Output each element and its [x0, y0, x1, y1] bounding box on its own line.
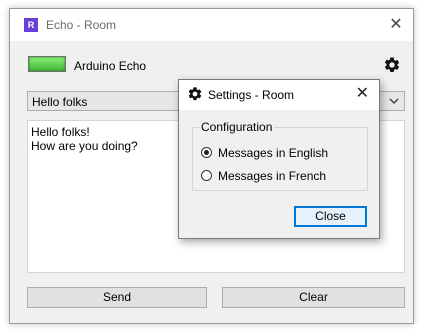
radio-button[interactable] — [201, 170, 212, 181]
dialog-title-bar: Settings - Room ✕ — [179, 80, 379, 110]
dialog-close-icon[interactable]: ✕ — [356, 85, 369, 103]
radio-button[interactable] — [201, 147, 212, 158]
app-icon: R — [24, 18, 38, 32]
message-select-value: Hello folks — [32, 95, 88, 109]
title-bar: R Echo - Room ✕ — [10, 9, 413, 41]
close-button[interactable]: Close — [294, 206, 367, 227]
gear-icon[interactable] — [383, 56, 401, 74]
window-close-button[interactable]: ✕ — [379, 9, 413, 41]
window-title: Echo - Room — [46, 18, 117, 32]
radio-selected-dot — [204, 150, 209, 155]
dialog-title: Settings - Room — [208, 88, 295, 102]
radio-label[interactable]: Messages in French — [218, 169, 326, 183]
chevron-down-icon[interactable] — [386, 92, 402, 110]
clear-button[interactable]: Clear — [222, 287, 405, 308]
group-label: Configuration — [199, 120, 275, 134]
device-label: Arduino Echo — [74, 59, 147, 73]
send-button[interactable]: Send — [27, 287, 207, 308]
configuration-group: Configuration Messages in English Messag… — [192, 120, 368, 191]
gear-icon — [188, 87, 202, 101]
settings-dialog: Settings - Room ✕ Configuration Messages… — [178, 79, 380, 239]
radio-label[interactable]: Messages in English — [218, 146, 328, 160]
status-led — [28, 56, 66, 72]
